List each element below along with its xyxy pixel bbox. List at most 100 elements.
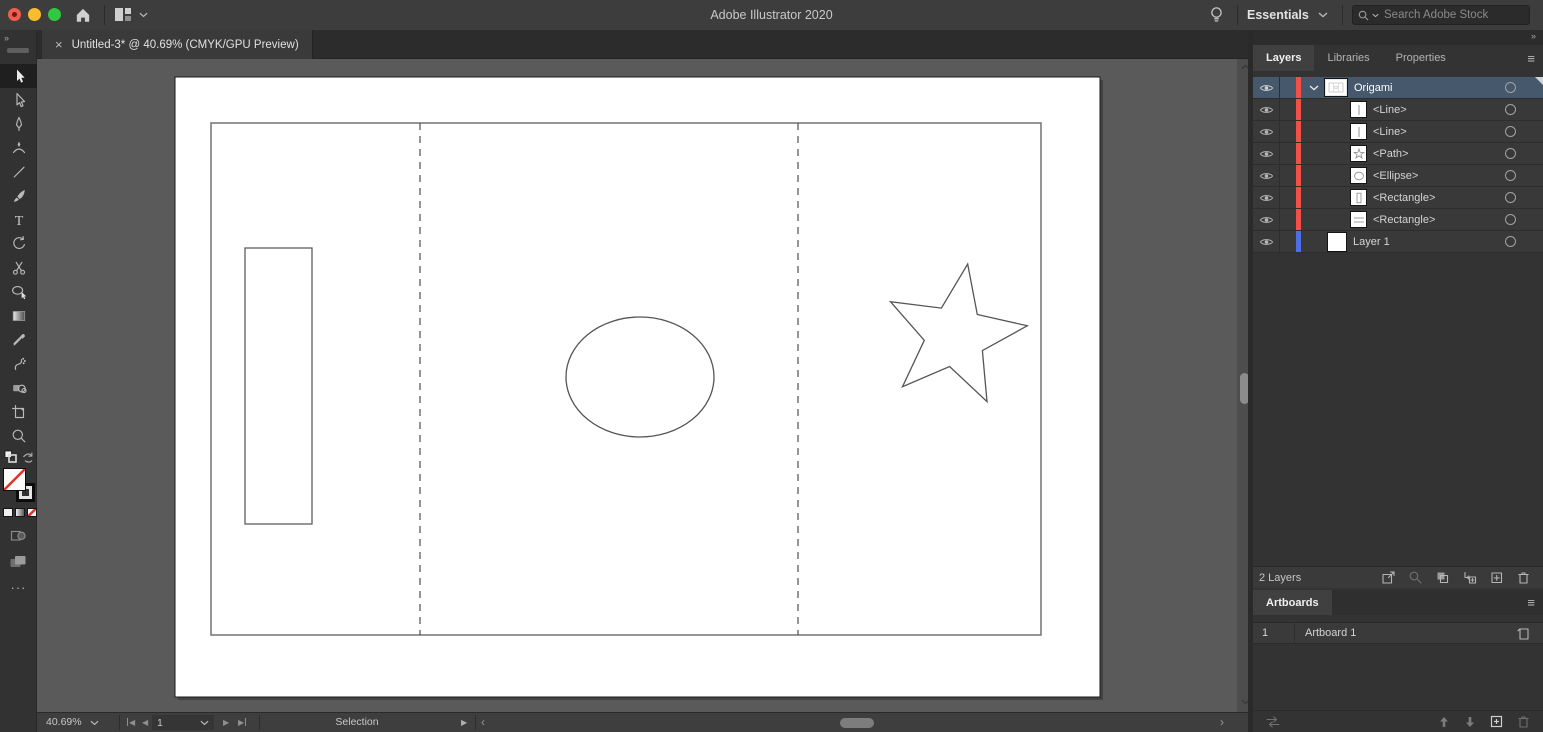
layer-target-circle[interactable]	[1505, 170, 1516, 181]
drawing-modes-button[interactable]	[10, 528, 27, 543]
scissors-tool[interactable]	[0, 256, 37, 280]
gradient-button[interactable]	[15, 508, 25, 517]
hscroll-left-arrow[interactable]: ‹	[481, 713, 485, 732]
visibility-toggle[interactable]	[1253, 231, 1280, 252]
stock-search[interactable]	[1352, 5, 1530, 25]
layer-label[interactable]: <Line>	[1373, 126, 1407, 138]
layer-label[interactable]: <Line>	[1373, 104, 1407, 116]
direct-selection-tool[interactable]	[0, 88, 37, 112]
discover-button[interactable]	[1208, 6, 1225, 24]
layer-target-circle[interactable]	[1505, 82, 1516, 93]
layer-label[interactable]: <Path>	[1373, 148, 1408, 160]
artboards-panel-menu-button[interactable]: ≡	[1527, 590, 1535, 615]
hscroll-thumb[interactable]	[840, 718, 874, 728]
artboard-row[interactable]: 1 Artboard 1	[1253, 622, 1543, 644]
workspace-switcher[interactable]: Essentials	[1247, 0, 1328, 30]
artboard-surface[interactable]	[175, 77, 1100, 697]
line-segment-tool[interactable]	[0, 160, 37, 184]
tools-expand-button[interactable]: »	[4, 33, 8, 43]
layer-target-circle[interactable]	[1505, 148, 1516, 159]
shape-builder-tool[interactable]	[0, 280, 37, 304]
collapse-panels-button[interactable]: »	[1531, 31, 1535, 41]
eyedropper-tool[interactable]	[0, 328, 37, 352]
edit-toolbar-button[interactable]: ···	[0, 580, 37, 595]
new-artboard-icon[interactable]	[1489, 714, 1504, 729]
layer-row-rectangle-1[interactable]: <Rectangle>	[1253, 187, 1543, 209]
document-tab[interactable]: × Untitled-3* @ 40.69% (CMYK/GPU Preview…	[42, 30, 313, 59]
tab-artboards[interactable]: Artboards	[1253, 590, 1332, 615]
layer-target-circle[interactable]	[1505, 192, 1516, 203]
search-input[interactable]	[1382, 8, 1524, 22]
layer-thumbnail[interactable]	[1328, 233, 1346, 251]
layer-target-circle[interactable]	[1505, 236, 1516, 247]
layer-thumbnail[interactable]	[1351, 146, 1366, 161]
move-artboard-up-icon[interactable]	[1437, 715, 1451, 729]
last-artboard-button[interactable]: ▶	[238, 713, 246, 732]
tab-close-icon[interactable]: ×	[55, 38, 63, 51]
layer-thumbnail[interactable]	[1351, 190, 1366, 205]
rearrange-artboards-icon[interactable]	[1265, 715, 1281, 729]
pen-tool[interactable]	[0, 112, 37, 136]
fill-swatch-none[interactable]	[3, 468, 26, 491]
lock-toggle[interactable]	[1280, 143, 1296, 164]
visibility-toggle[interactable]	[1253, 209, 1280, 230]
visibility-toggle[interactable]	[1253, 187, 1280, 208]
color-button[interactable]	[3, 508, 13, 517]
blend-tool[interactable]	[0, 376, 37, 400]
layer-label[interactable]: Layer 1	[1353, 236, 1390, 248]
artboard-name[interactable]: Artboard 1	[1295, 627, 1356, 639]
layer-thumbnail[interactable]	[1351, 102, 1366, 117]
layer-row-origami[interactable]: Origami	[1253, 77, 1543, 99]
next-artboard-button[interactable]: ▶	[223, 713, 229, 732]
home-button[interactable]	[74, 6, 92, 24]
layer-label[interactable]: Origami	[1354, 82, 1393, 94]
layer-label[interactable]: <Ellipse>	[1373, 170, 1418, 182]
layer-row-line-2[interactable]: <Line>	[1253, 121, 1543, 143]
visibility-toggle[interactable]	[1253, 121, 1280, 142]
layer-thumbnail[interactable]	[1325, 79, 1347, 96]
status-menu-arrow[interactable]: ▶	[461, 713, 467, 732]
delete-layer-icon[interactable]	[1516, 570, 1531, 585]
layer-thumbnail[interactable]	[1351, 124, 1366, 139]
layer-row-rectangle-2[interactable]: <Rectangle>	[1253, 209, 1543, 231]
none-button[interactable]	[27, 508, 37, 517]
hscroll-right-arrow[interactable]: ›	[1220, 713, 1224, 732]
layer-label[interactable]: <Rectangle>	[1373, 192, 1435, 204]
tab-properties[interactable]: Properties	[1383, 45, 1459, 71]
previous-artboard-button[interactable]: ◀	[142, 713, 148, 732]
visibility-toggle[interactable]	[1253, 77, 1280, 98]
visibility-toggle[interactable]	[1253, 99, 1280, 120]
visibility-toggle[interactable]	[1253, 143, 1280, 164]
artboard-page-icon[interactable]	[1516, 626, 1531, 641]
make-clipping-mask-icon[interactable]	[1435, 570, 1450, 585]
artboard-tool[interactable]	[0, 400, 37, 424]
canvas-area[interactable]	[37, 59, 1253, 712]
artboard-navigation-field[interactable]: 1	[152, 715, 214, 730]
expand-chevron-icon[interactable]	[1309, 85, 1319, 91]
lock-toggle[interactable]	[1280, 121, 1296, 142]
selection-tool[interactable]	[0, 64, 37, 88]
move-artboard-down-icon[interactable]	[1463, 715, 1477, 729]
tab-libraries[interactable]: Libraries	[1314, 45, 1382, 71]
artwork-canvas[interactable]	[37, 59, 1253, 712]
delete-artboard-icon[interactable]	[1516, 714, 1531, 729]
new-layer-icon[interactable]	[1489, 570, 1504, 585]
zoom-tool[interactable]	[0, 424, 37, 448]
layer-row-line-1[interactable]: <Line>	[1253, 99, 1543, 121]
layer-label[interactable]: <Rectangle>	[1373, 214, 1435, 226]
tab-layers[interactable]: Layers	[1253, 45, 1314, 71]
layers-panel-menu-button[interactable]: ≡	[1527, 45, 1535, 71]
window-zoom-button[interactable]	[48, 8, 61, 21]
lock-toggle[interactable]	[1280, 99, 1296, 120]
window-close-button[interactable]	[8, 8, 21, 21]
layer-target-circle[interactable]	[1505, 214, 1516, 225]
default-fill-stroke-icon[interactable]	[4, 450, 17, 463]
layer-thumbnail[interactable]	[1351, 212, 1366, 227]
lock-toggle[interactable]	[1280, 209, 1296, 230]
lock-toggle[interactable]	[1280, 165, 1296, 186]
first-artboard-button[interactable]: ◀	[127, 713, 135, 732]
new-sublayer-icon[interactable]	[1462, 570, 1477, 585]
layer-row-path[interactable]: <Path>	[1253, 143, 1543, 165]
zoom-level-dropdown[interactable]: 40.69%	[46, 713, 99, 732]
gradient-tool[interactable]	[0, 304, 37, 328]
